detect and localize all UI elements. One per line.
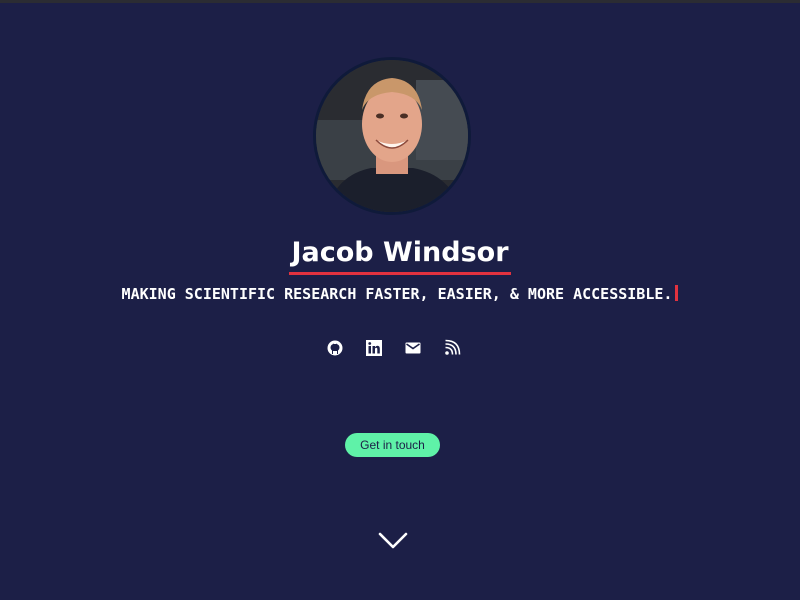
avatar-photo — [316, 60, 468, 212]
email-link[interactable] — [403, 338, 423, 358]
chevron-down-icon[interactable] — [377, 530, 409, 552]
top-border — [0, 0, 800, 3]
github-link[interactable] — [325, 338, 345, 358]
linkedin-icon — [366, 340, 382, 356]
tagline-text: MAKING SCIENTIFIC RESEARCH FASTER, EASIE… — [121, 285, 673, 303]
avatar — [313, 57, 471, 215]
rss-icon — [445, 339, 461, 355]
tagline: MAKING SCIENTIFIC RESEARCH FASTER, EASIE… — [0, 284, 800, 304]
profile-name-container: Jacob Windsor — [0, 236, 800, 275]
typing-cursor — [675, 285, 679, 301]
get-in-touch-button[interactable]: Get in touch — [345, 433, 440, 457]
rss-link[interactable] — [442, 338, 462, 358]
social-links — [325, 338, 481, 358]
github-icon — [327, 340, 343, 356]
profile-name: Jacob Windsor — [289, 236, 511, 275]
linkedin-link[interactable] — [364, 338, 384, 358]
email-icon — [405, 342, 421, 354]
